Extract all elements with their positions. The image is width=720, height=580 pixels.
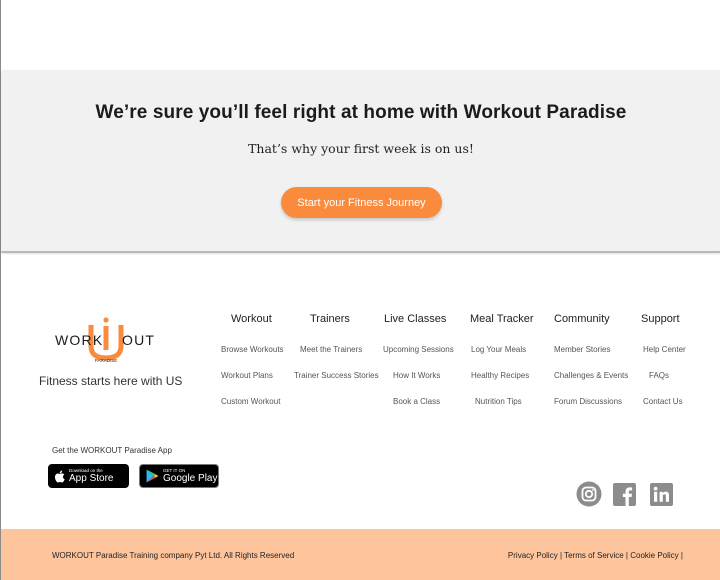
start-fitness-journey-button[interactable]: Start your Fitness Journey xyxy=(281,187,442,218)
brand-tagline: Fitness starts here with US xyxy=(39,374,183,388)
footer-link-member-stories[interactable]: Member Stories xyxy=(554,345,610,354)
footer-column-community: Community xyxy=(554,312,610,334)
cta-section: We’re sure you’ll feel right at home wit… xyxy=(1,70,720,253)
footer-link-workout-plans[interactable]: Workout Plans xyxy=(221,371,273,380)
instagram-icon[interactable] xyxy=(576,481,602,507)
column-heading: Community xyxy=(554,313,610,325)
app-download-label: Get the WORKOUT Paradise App xyxy=(52,446,172,455)
footer-link-help-center[interactable]: Help Center xyxy=(643,345,686,354)
footer-link-challenges-events[interactable]: Challenges & Events xyxy=(554,371,628,380)
column-heading: Trainers xyxy=(310,313,350,325)
column-heading: Workout xyxy=(231,313,272,325)
footer-column-meal-tracker: Meal Tracker xyxy=(470,312,534,334)
copyright-text: WORKOUT Paradise Training company Pyt Lt… xyxy=(52,551,295,560)
footer-link-upcoming-sessions[interactable]: Upcoming Sessions xyxy=(383,345,454,354)
footer-link-contact-us[interactable]: Contact Us xyxy=(643,397,683,406)
logo-graphic: WORK OUT PARADISE xyxy=(55,317,155,363)
footer-column-support: Support xyxy=(641,312,680,334)
logo-text-left: WORK xyxy=(55,332,103,348)
footer-link-log-your-meals[interactable]: Log Your Meals xyxy=(471,345,526,354)
legal-links: Privacy Policy | Terms of Service | Cook… xyxy=(507,551,683,560)
logo-text-right: OUT xyxy=(122,332,155,348)
google-play-big-text: Google Play xyxy=(163,473,218,484)
google-play-button[interactable]: GET IT ON Google Play xyxy=(139,464,219,488)
footer-column-live-classes: Live Classes xyxy=(384,312,446,334)
footer-link-forum-discussions[interactable]: Forum Discussions xyxy=(554,397,622,406)
column-heading: Live Classes xyxy=(384,313,447,325)
cookie-policy-link[interactable]: Cookie Policy xyxy=(630,551,678,560)
footer-link-browse-workouts[interactable]: Browse Workouts xyxy=(221,345,284,354)
footer-link-how-it-works[interactable]: How It Works xyxy=(393,371,440,380)
page: We’re sure you’ll feel right at home wit… xyxy=(0,0,720,580)
footer-link-custom-workout[interactable]: Custom Workout xyxy=(221,397,280,406)
cta-subtitle: That’s why your first week is on us! xyxy=(248,141,474,156)
column-heading: Support xyxy=(641,313,680,325)
app-store-big-text: App Store xyxy=(69,473,114,484)
facebook-icon[interactable] xyxy=(613,483,636,506)
footer-column-trainers: Trainers xyxy=(310,312,350,334)
apple-icon xyxy=(54,470,65,482)
footer-link-trainer-success-stories[interactable]: Trainer Success Stories xyxy=(294,371,379,380)
footer-bottom-bar: WORKOUT Paradise Training company Pyt Lt… xyxy=(1,529,720,580)
footer-column-workout: Workout xyxy=(231,312,272,334)
footer-link-book-a-class[interactable]: Book a Class xyxy=(393,397,440,406)
google-play-icon xyxy=(146,469,159,483)
footer-link-meet-trainers[interactable]: Meet the Trainers xyxy=(300,345,362,354)
privacy-policy-link[interactable]: Privacy Policy xyxy=(508,551,558,560)
column-heading: Meal Tracker xyxy=(470,313,534,325)
footer-link-faqs[interactable]: FAQs xyxy=(649,371,669,380)
app-store-button[interactable]: Download on the App Store xyxy=(48,464,129,488)
logo-subtext: PARADISE xyxy=(95,358,117,363)
terms-of-service-link[interactable]: Terms of Service xyxy=(564,551,624,560)
cta-title: We’re sure you’ll feel right at home wit… xyxy=(95,102,627,123)
workout-paradise-logo[interactable]: WORK OUT PARADISE xyxy=(55,316,157,364)
footer-link-nutrition-tips[interactable]: Nutrition Tips xyxy=(475,397,522,406)
linkedin-icon[interactable] xyxy=(650,483,673,506)
footer-link-healthy-recipes[interactable]: Healthy Recipes xyxy=(471,371,529,380)
